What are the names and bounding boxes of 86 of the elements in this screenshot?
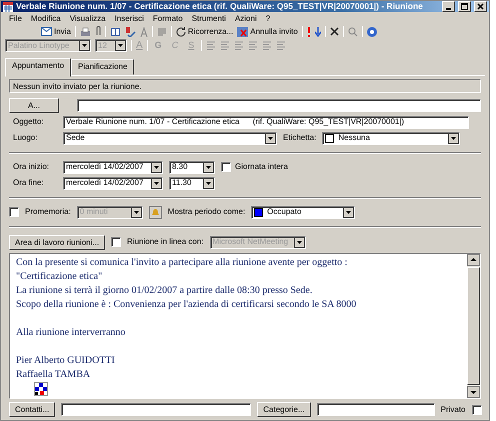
bell-icon[interactable]: [148, 206, 162, 219]
envelope-icon: [41, 27, 52, 36]
window-title: Verbale Riunione num. 1/07 - Certificazione etica (rif. QualiWare: Q95_TEST|VR|20070001|) - Riunione: [16, 1, 424, 12]
body-text: Con la presente si comunica l'invito a partecipare alla riunione avente per oggetto :: [16, 256, 348, 270]
private-checkbox[interactable]: [472, 404, 482, 414]
maximize-button[interactable]: [458, 1, 471, 12]
menu-item[interactable]: Azioni: [234, 14, 257, 24]
help-icon[interactable]: [366, 26, 377, 37]
address-book-icon[interactable]: [110, 26, 121, 37]
refresh-icon: [176, 26, 186, 37]
close-button[interactable]: [474, 1, 487, 12]
field-label: Luogo:: [12, 133, 38, 143]
checkbox-label: Riunione in linea con:: [127, 237, 204, 247]
caret-icon: [448, 132, 460, 144]
menu-item[interactable]: ?: [266, 14, 270, 24]
shortcut-icon: [34, 382, 48, 396]
show-as-value: Occupato: [267, 207, 302, 217]
menu-item[interactable]: Strumenti: [192, 14, 226, 24]
menu-item[interactable]: Formato: [152, 14, 183, 24]
tag-value: Nessuna: [338, 133, 371, 143]
scroll-up-icon[interactable]: [467, 254, 480, 266]
list-icon[interactable]: [156, 26, 167, 37]
caret-icon: [265, 132, 276, 144]
message-body[interactable]: [9, 252, 481, 399]
maximize-icon: [460, 2, 469, 12]
body-text: Raffaella TAMBA: [16, 368, 92, 382]
field-label: Etichetta:: [283, 133, 316, 143]
spellcheck-icon[interactable]: [124, 26, 136, 37]
caret-icon: [151, 162, 162, 173]
tab[interactable]: Pianificazione: [71, 59, 134, 75]
info-bar: Nessun invito inviato per la riunione.: [9, 78, 481, 93]
caret-icon: [79, 40, 90, 52]
tag-field[interactable]: Nessuna: [322, 132, 460, 145]
date-field[interactable]: mercoledì 14/02/2007: [63, 160, 163, 174]
location-field[interactable]: Sede: [63, 132, 277, 145]
menu-item[interactable]: Inserisci: [114, 14, 144, 24]
tab[interactable]: Appuntamento: [5, 58, 72, 77]
to-button[interactable]: A...: [9, 98, 59, 113]
checkbox-label: Promemoria:: [25, 207, 71, 217]
to-field[interactable]: [77, 98, 481, 112]
caret-icon: [203, 162, 214, 173]
exclamation-icon[interactable]: [306, 26, 311, 37]
time-field[interactable]: 11.30: [169, 176, 215, 190]
menu-item[interactable]: Modifica: [30, 14, 61, 24]
caret-icon: [343, 206, 354, 218]
minimize-button[interactable]: [442, 1, 455, 12]
calendar-delete-icon: [237, 26, 248, 37]
delete-icon[interactable]: [330, 27, 339, 36]
subject-field[interactable]: Verbale Riunione num. 1/07 - Certificazione etica (rif. QualiWare: Q95_TEST|VR|20070001|): [63, 116, 469, 129]
checkbox-label: Privato: [440, 404, 466, 414]
body-text: Pier Alberto GUIDOTTI: [16, 354, 116, 368]
send-button[interactable]: Invia: [41, 26, 71, 36]
down-arrow-icon[interactable]: [314, 26, 321, 37]
menu-item[interactable]: File: [9, 14, 22, 24]
field-label: Oggetto:: [12, 117, 45, 127]
printer-icon[interactable]: [80, 26, 91, 37]
body-text: "Certificazione etica": [16, 270, 104, 284]
color-swatch: [325, 134, 334, 143]
time-field[interactable]: 8.30: [169, 160, 215, 174]
date-field[interactable]: mercoledì 14/02/2007: [63, 176, 163, 190]
scroll-thumb[interactable]: [467, 266, 480, 385]
categories-field[interactable]: [316, 403, 435, 416]
checkbox-label: Giornata intera: [235, 162, 288, 172]
menu-item[interactable]: Visualizza: [70, 14, 106, 24]
field-label: Ora inizio:: [12, 162, 50, 172]
close-icon: [476, 2, 485, 12]
cancel-invite-button[interactable]: Annulla invito: [237, 26, 298, 37]
categories-button[interactable]: Categorie...: [257, 402, 311, 417]
body-text: Alla riunione interverranno: [16, 326, 126, 340]
caret-icon: [115, 40, 126, 52]
caret-icon: [294, 236, 305, 248]
scroll-down-icon[interactable]: [467, 386, 480, 398]
calendar-icon: [3, 2, 13, 12]
contacts-field[interactable]: [61, 403, 252, 416]
show-as-field[interactable]: Occupato: [251, 206, 356, 219]
caret-icon: [130, 206, 142, 218]
caret-icon: [151, 178, 162, 189]
all-day-checkbox[interactable]: [221, 162, 231, 172]
field-label: Ora fine:: [12, 178, 45, 188]
body-text: La riunione si terrà il giorno 01/02/2007 a partire dalle 08:30 presso Sede.: [16, 284, 314, 298]
field-label: Mostra periodo come:: [168, 207, 246, 217]
caret-icon: [203, 178, 214, 189]
contacts-button[interactable]: Contatti...: [9, 402, 56, 417]
body-text: Scopo della riunione è : Convenienza per l'azienda di certificarsi secondo le SA 8000: [16, 298, 358, 312]
recurrence-button[interactable]: Ricorrenza...: [176, 26, 234, 37]
paperclip-icon[interactable]: [94, 26, 101, 38]
